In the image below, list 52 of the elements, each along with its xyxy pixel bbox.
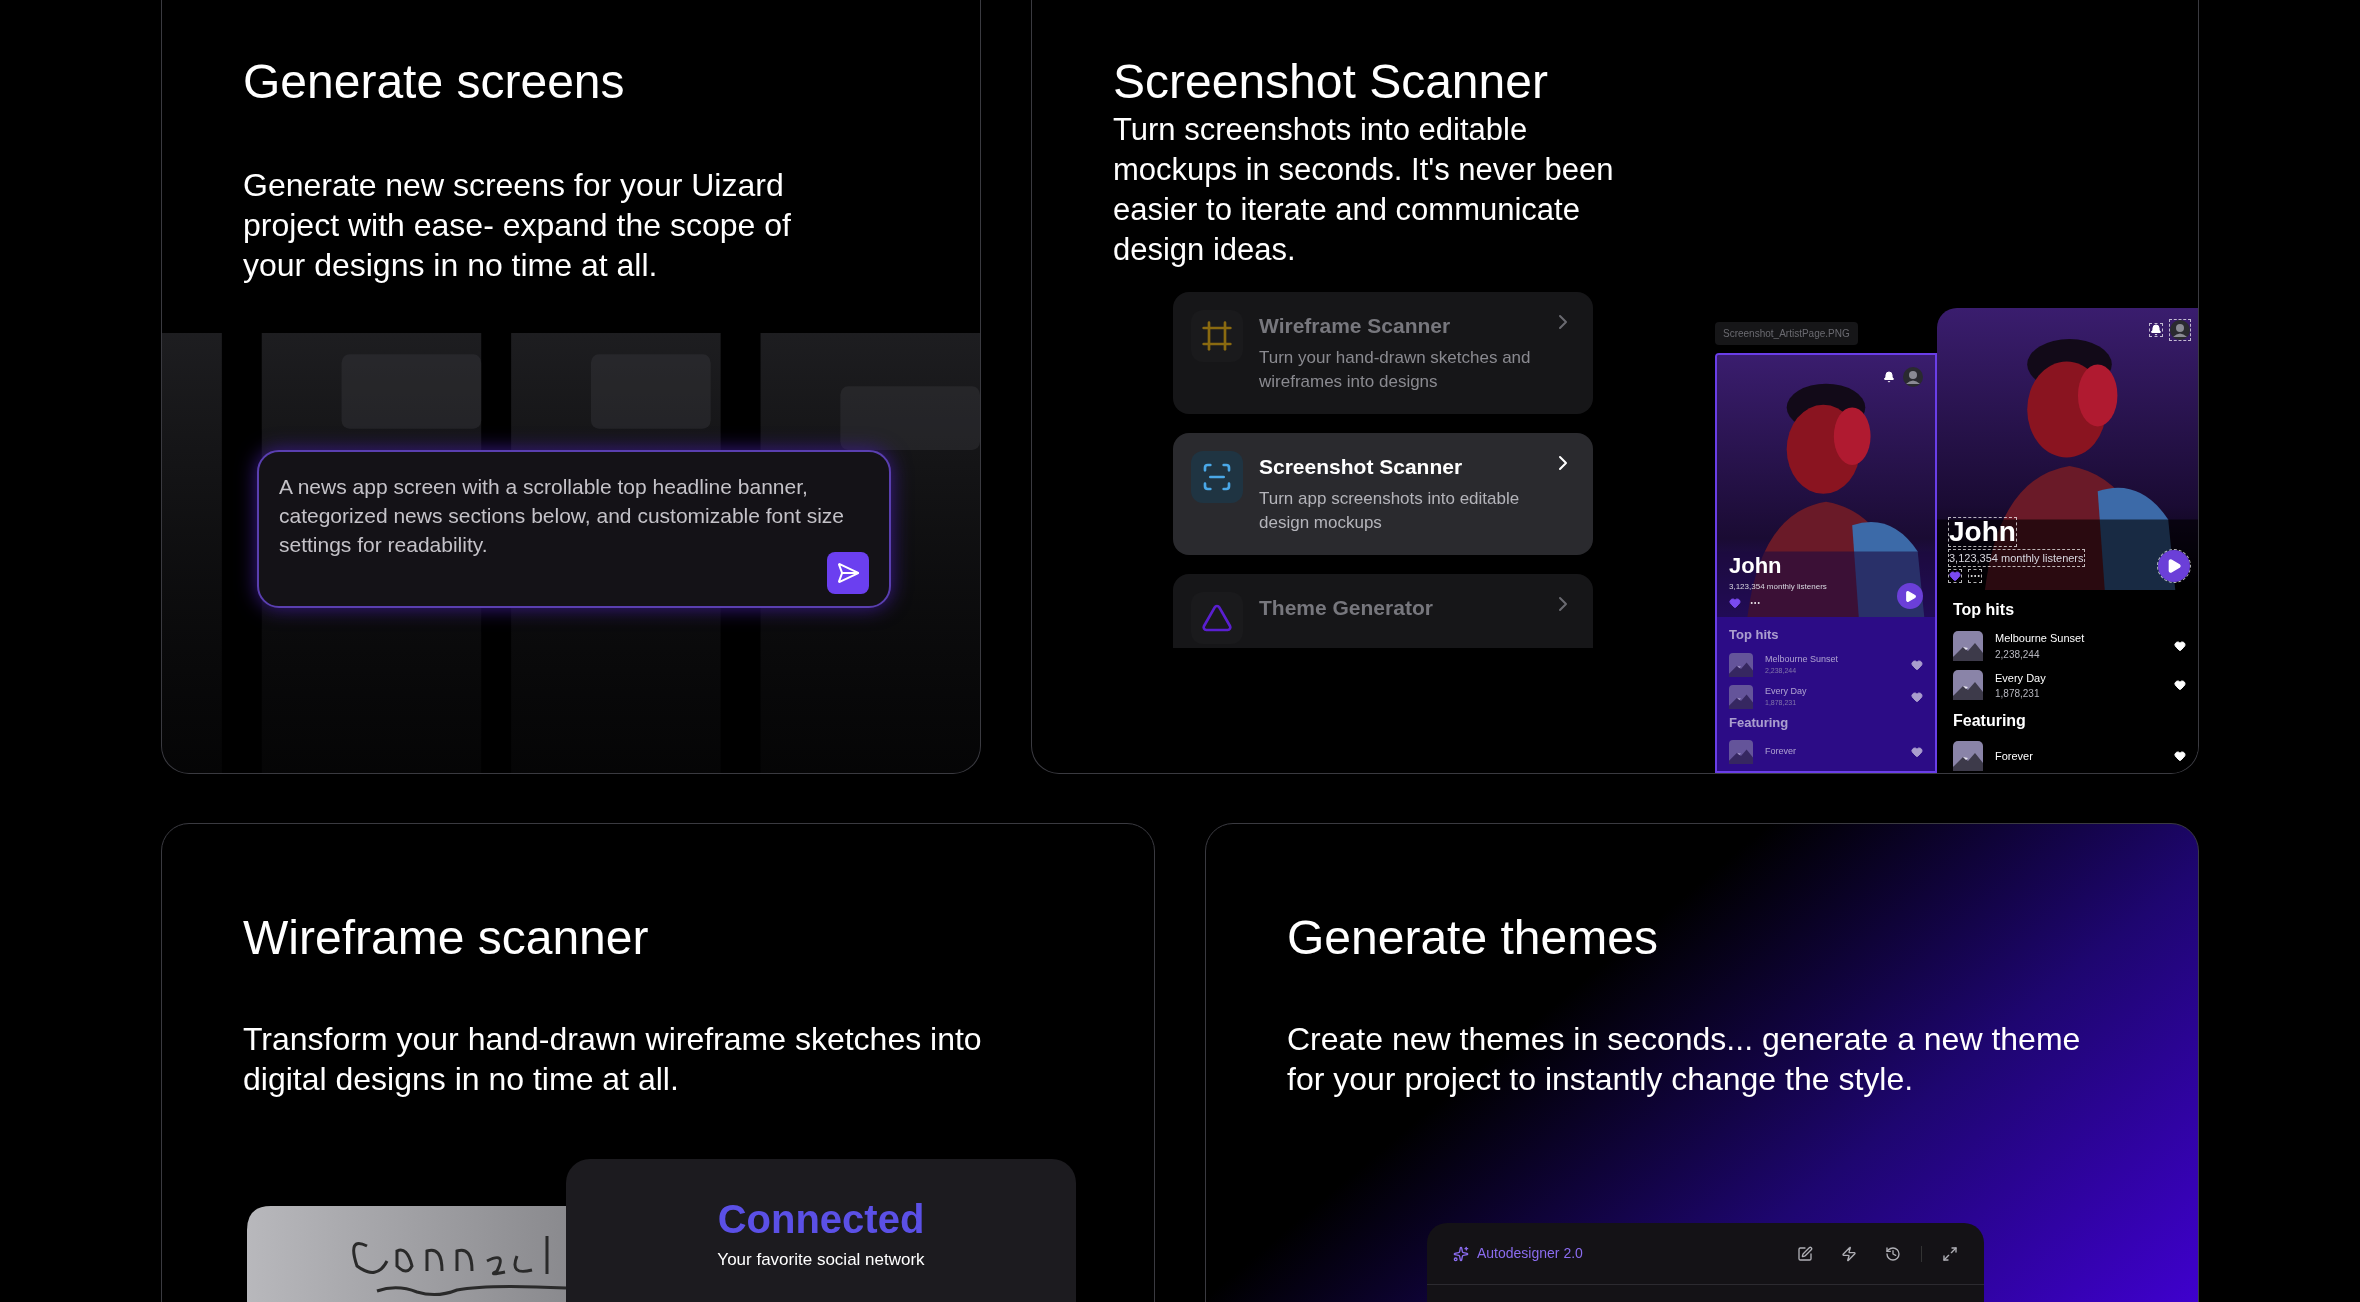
artist-name: John xyxy=(1729,555,1782,577)
card-description: Create new themes in seconds... generate a new theme for your project to instantly change the style. xyxy=(1287,1020,2082,1099)
feature-description: Turn app screenshots into editable design mockups xyxy=(1259,487,1521,534)
artist-name: John xyxy=(1949,517,2016,546)
send-icon xyxy=(836,561,860,585)
section-title: Featuring xyxy=(1729,713,1790,732)
song-title[interactable]: Every Day xyxy=(1995,669,2162,686)
panel-title: Autodesigner 2.0 xyxy=(1477,1244,1584,1263)
avatar-icon[interactable] xyxy=(2170,320,2190,340)
prompt-field[interactable]: A news app screen with a scrollable top headline banner, categorized news sections below, and customizable font size settings for readability. xyxy=(257,450,891,608)
card-title: Screenshot Scanner xyxy=(1113,54,1549,110)
song-title[interactable]: Melbourne Sunset xyxy=(1995,630,2162,647)
preview-title: Connected xyxy=(717,1199,925,1239)
lightning-icon[interactable] xyxy=(1841,1245,1857,1262)
bell-icon[interactable] xyxy=(1883,371,1895,383)
feature-item[interactable]: Theme Generator xyxy=(1173,574,1593,648)
section-title: Top hits xyxy=(1953,600,2016,620)
song-title[interactable]: Forever xyxy=(1765,745,1899,759)
bell-icon[interactable] xyxy=(2150,324,2162,336)
feature-title: Theme Generator xyxy=(1259,595,1434,621)
edit-icon[interactable] xyxy=(1797,1245,1813,1262)
play-icon xyxy=(1903,589,1917,603)
song-title[interactable]: Melbourne Sunset xyxy=(1765,652,1899,666)
feature-item[interactable]: Screenshot Scanner Turn app screenshots into editable design mockups xyxy=(1173,433,1593,555)
play-count: 2,238,244 xyxy=(1995,647,2041,662)
feature-description: Turn your hand-drawn sketches and wireframes into designs xyxy=(1259,346,1532,393)
feature-item[interactable]: Wireframe Scanner Turn your hand-drawn sketches and wireframes into designs xyxy=(1173,292,1593,414)
card-description: Transform your hand-drawn wireframe sketches into digital designs in no time at all. xyxy=(243,1020,983,1099)
sparkle-icon xyxy=(1453,1245,1469,1262)
feature-title: Wireframe Scanner xyxy=(1259,313,1452,339)
card-title: Wireframe scanner xyxy=(243,910,650,966)
file-name-label: Screenshot_ArtistPage.PNG xyxy=(1715,322,1858,345)
expand-icon[interactable] xyxy=(1942,1245,1958,1262)
card-title: Generate screens xyxy=(243,54,626,110)
send-button[interactable] xyxy=(827,552,869,594)
card-description: Generate new screens for your Uizard project with ease- expand the scope of your designs in no time at all. xyxy=(243,166,792,285)
section-title: Featuring xyxy=(1953,711,2027,731)
preview-subtitle: Your favorite social network xyxy=(717,1249,925,1271)
song-title[interactable]: Forever xyxy=(1995,747,2162,765)
avatar-icon[interactable] xyxy=(1903,367,1923,387)
heart-icon[interactable] xyxy=(2174,639,2186,652)
play-count: 1,878,231 xyxy=(1995,687,2041,701)
listener-count: 3,123,354 monthly listeners xyxy=(1949,549,2084,566)
more-icon[interactable] xyxy=(1969,570,1981,582)
feature-title: Screenshot Scanner xyxy=(1259,454,1464,480)
play-icon xyxy=(2166,558,2182,574)
section-title: Top hits xyxy=(1729,626,1780,644)
card-description: Turn screenshots into editable mockups in seconds. It's never been easier to iterate and communicate design ideas. xyxy=(1113,111,1615,269)
song-title[interactable]: Every Day xyxy=(1765,684,1899,698)
listener-count: 3,123,354 monthly listeners xyxy=(1729,581,1827,593)
card-title: Generate themes xyxy=(1287,910,1659,966)
history-icon[interactable] xyxy=(1885,1245,1901,1262)
